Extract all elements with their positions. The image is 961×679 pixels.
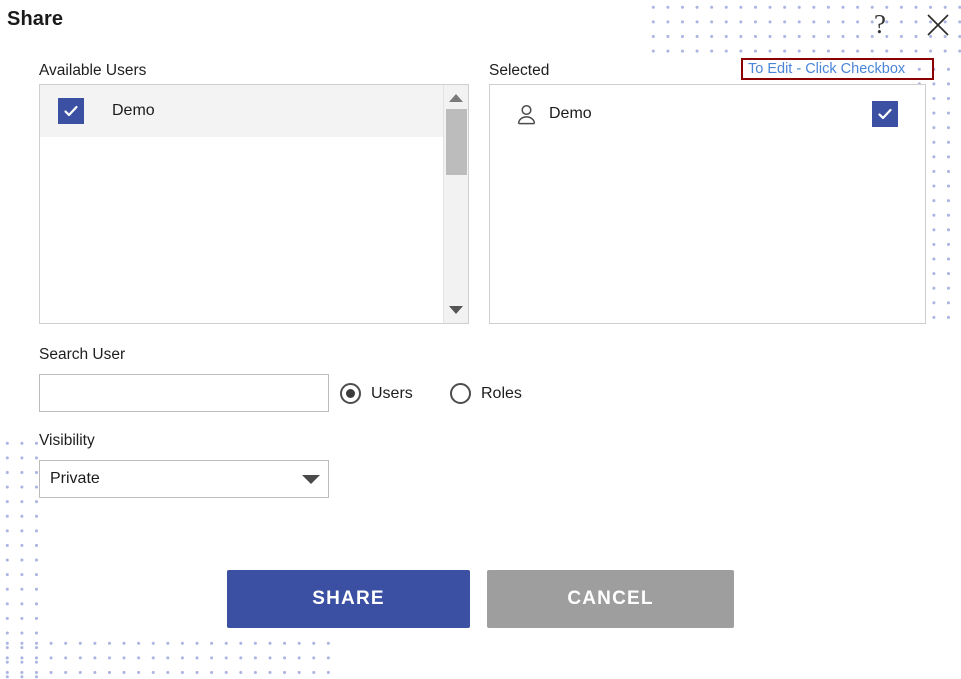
- dot-pattern-bottom: [0, 636, 330, 679]
- radio-roles-indicator[interactable]: [450, 383, 471, 404]
- close-icon[interactable]: [921, 8, 955, 42]
- radio-users[interactable]: Users: [340, 383, 413, 404]
- help-icon[interactable]: ?: [866, 8, 894, 40]
- scroll-down-icon[interactable]: [444, 301, 468, 319]
- to-edit-click-checkbox-link[interactable]: To Edit - Click Checkbox: [741, 58, 934, 80]
- list-item[interactable]: Demo: [490, 85, 925, 143]
- share-button[interactable]: SHARE: [227, 570, 470, 628]
- radio-users-indicator[interactable]: [340, 383, 361, 404]
- selected-label: Selected: [489, 62, 550, 79]
- available-users-scrollbar[interactable]: [443, 85, 468, 323]
- search-input[interactable]: [39, 374, 329, 412]
- to-edit-click-checkbox-text: To Edit - Click Checkbox: [748, 61, 906, 77]
- radio-users-label: Users: [371, 384, 413, 402]
- visibility-value: Private: [50, 470, 100, 487]
- caret-down-icon[interactable]: [294, 474, 328, 484]
- available-user-name: Demo: [112, 102, 155, 119]
- selected-users-list[interactable]: Demo: [489, 84, 926, 324]
- radio-roles[interactable]: Roles: [450, 383, 522, 404]
- selected-user-checkbox[interactable]: [872, 101, 898, 127]
- available-users-list[interactable]: Demo: [39, 84, 469, 324]
- available-user-checkbox[interactable]: [58, 98, 84, 124]
- visibility-label: Visibility: [39, 432, 95, 449]
- share-dialog: Share ? Available Users Selected To Edit…: [0, 0, 961, 679]
- dot-pattern-top-right: [646, 0, 961, 62]
- cancel-button[interactable]: CANCEL: [487, 570, 734, 628]
- selected-user-name: Demo: [549, 105, 592, 122]
- person-icon: [516, 103, 536, 125]
- radio-roles-label: Roles: [481, 384, 522, 402]
- list-item[interactable]: Demo: [40, 85, 468, 137]
- scrollbar-thumb[interactable]: [446, 109, 467, 175]
- search-user-label: Search User: [39, 346, 126, 363]
- page-title: Share: [7, 8, 64, 30]
- visibility-select[interactable]: Private: [39, 460, 329, 498]
- dot-pattern-left: [0, 436, 40, 679]
- available-users-label: Available Users: [39, 62, 147, 79]
- scroll-up-icon[interactable]: [444, 89, 468, 107]
